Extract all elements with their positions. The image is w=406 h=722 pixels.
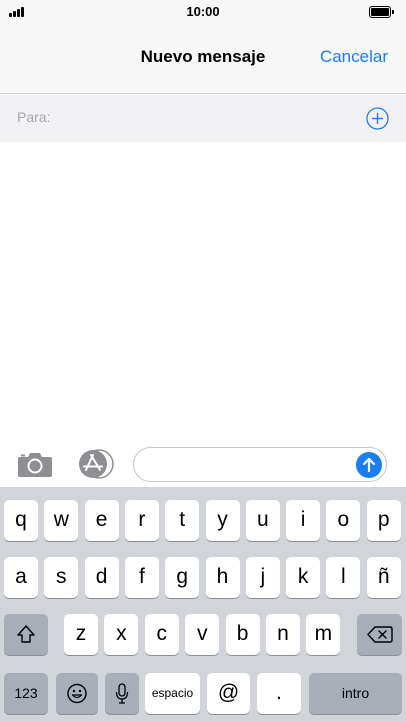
nav-bar: Nuevo mensaje Cancelar (0, 24, 406, 94)
key-q[interactable]: q (4, 500, 38, 541)
key-o[interactable]: o (326, 500, 361, 541)
recipient-label: Para: (17, 109, 51, 125)
key-t[interactable]: t (165, 500, 200, 541)
key-c[interactable]: c (144, 614, 179, 655)
key-b[interactable]: b (225, 614, 260, 655)
key-k[interactable]: k (286, 557, 321, 598)
key-w[interactable]: w (44, 500, 79, 541)
dictation-key[interactable] (105, 673, 139, 714)
key-m[interactable]: m (306, 614, 341, 655)
key-x[interactable]: x (104, 614, 139, 655)
key-z[interactable]: z (64, 614, 98, 655)
camera-icon[interactable] (17, 450, 53, 478)
emoji-key[interactable] (56, 673, 98, 714)
at-key[interactable]: @ (207, 673, 250, 714)
key-g[interactable]: g (165, 557, 200, 598)
key-e[interactable]: e (84, 500, 119, 541)
message-area (0, 142, 406, 442)
key-d[interactable]: d (84, 557, 119, 598)
key-n[interactable]: n (266, 614, 300, 655)
key-f[interactable]: f (124, 557, 159, 598)
recipient-row[interactable]: Para: (0, 95, 406, 142)
cancel-button[interactable]: Cancelar (320, 47, 388, 67)
app-store-icon[interactable] (76, 449, 116, 479)
return-key[interactable]: intro (309, 673, 402, 714)
keyboard: qwertyuiop asdfghjklñ zxcvbnm 123 espaci… (0, 487, 406, 722)
key-ñ[interactable]: ñ (366, 557, 401, 598)
status-bar: 10:00 (0, 0, 406, 24)
send-arrow-icon[interactable] (356, 452, 382, 478)
key-p[interactable]: p (366, 500, 401, 541)
key-l[interactable]: l (326, 557, 361, 598)
battery-icon (369, 6, 394, 18)
shift-icon (17, 625, 35, 643)
key-r[interactable]: r (124, 500, 159, 541)
key-v[interactable]: v (185, 614, 220, 655)
backspace-key[interactable] (357, 614, 402, 655)
key-j[interactable]: j (245, 557, 280, 598)
space-key[interactable]: espacio (145, 673, 200, 714)
status-time: 10:00 (186, 4, 220, 19)
numbers-key[interactable]: 123 (4, 673, 48, 714)
key-i[interactable]: i (286, 500, 321, 541)
shift-key[interactable] (4, 614, 48, 655)
key-a[interactable]: a (4, 557, 38, 598)
message-input[interactable] (133, 447, 387, 482)
key-s[interactable]: s (44, 557, 79, 598)
add-contact-icon[interactable] (366, 107, 389, 130)
emoji-icon (67, 683, 87, 704)
key-y[interactable]: y (205, 500, 240, 541)
key-h[interactable]: h (205, 557, 240, 598)
microphone-icon (115, 683, 129, 704)
period-key[interactable]: . (257, 673, 301, 714)
compose-bar (0, 442, 406, 487)
backspace-icon (366, 626, 393, 643)
key-u[interactable]: u (245, 500, 280, 541)
